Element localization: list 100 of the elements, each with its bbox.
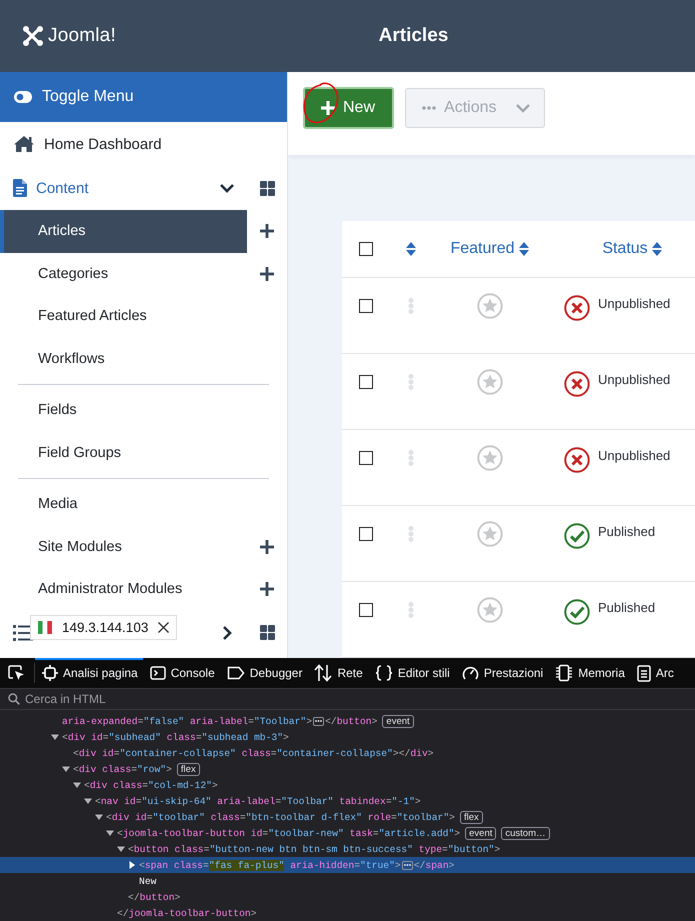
sort-icon bbox=[518, 241, 529, 257]
sidebar-item[interactable]: Categories bbox=[0, 252, 247, 295]
code-text: </span> bbox=[414, 860, 454, 870]
devtools-tab[interactable]: Analisi pagina bbox=[35, 658, 143, 688]
sidebar-item[interactable]: Media bbox=[0, 483, 247, 526]
unpublished-x-icon[interactable] bbox=[564, 447, 590, 473]
expand-triangle-icon[interactable] bbox=[62, 765, 70, 773]
row-checkbox[interactable] bbox=[359, 451, 373, 465]
status-label: Unpublished bbox=[598, 296, 670, 311]
node-badge[interactable]: custom… bbox=[501, 826, 550, 840]
html-node-row[interactable]: <div id="subhead" class="subhead mb-3"> bbox=[0, 729, 695, 745]
code-text: aria-hidden="true"> bbox=[289, 860, 401, 870]
devtools-tab[interactable]: Console bbox=[142, 658, 220, 688]
html-node-row[interactable]: <button class="button-new btn btn-sm btn-success" type="button"> bbox=[0, 841, 695, 857]
picker-icon bbox=[8, 665, 25, 681]
drag-handle-icon[interactable] bbox=[408, 374, 414, 390]
collapsed-content-icon[interactable] bbox=[402, 860, 413, 870]
plus-icon bbox=[260, 540, 274, 554]
devtools-tab[interactable]: Prestazioni bbox=[454, 658, 548, 688]
new-button[interactable]: New bbox=[303, 87, 394, 129]
code-text: </joomla-toolbar-button> bbox=[117, 908, 257, 918]
expand-triangle-icon[interactable] bbox=[51, 733, 59, 741]
published-check-icon[interactable] bbox=[564, 599, 590, 625]
status-label: Unpublished bbox=[598, 372, 670, 387]
code-text: <div id="toolbar" class="btn-toolbar d-flex" role="toolbar"> bbox=[106, 812, 455, 822]
devtools-tab[interactable]: Arc bbox=[630, 658, 679, 688]
code-text: </button> bbox=[325, 716, 378, 726]
status-label: Published bbox=[598, 600, 656, 615]
drag-handle-icon[interactable] bbox=[408, 450, 414, 466]
html-node-row[interactable]: New bbox=[0, 873, 695, 889]
code-text: <div id="container-collapse" class="container-collapse"></div> bbox=[73, 748, 434, 758]
page-title: Articles bbox=[378, 25, 450, 47]
sidebar-item[interactable]: Home Dashboard bbox=[0, 122, 200, 166]
drag-handle-icon[interactable] bbox=[408, 526, 414, 542]
code-text: <div class="row"> bbox=[73, 764, 172, 774]
expand-triangle-icon[interactable] bbox=[73, 781, 81, 789]
plus-icon bbox=[260, 224, 274, 238]
status-label: Unpublished bbox=[598, 448, 670, 463]
sidebar-item[interactable]: Administrator Modules bbox=[0, 568, 247, 610]
html-node-row[interactable]: <span class="fas fa-plus" aria-hidden="true"> </span> bbox=[0, 857, 695, 873]
html-search-field[interactable]: Cerca in HTML bbox=[25, 692, 325, 706]
sidebar-item[interactable]: Workflows bbox=[0, 338, 247, 380]
gauge-icon bbox=[462, 665, 479, 681]
sidebar-item[interactable]: Field Groups bbox=[0, 432, 247, 474]
devtools-tab[interactable]: Editor stili bbox=[368, 658, 455, 688]
html-node-row[interactable]: <div id="container-collapse" class="container-collapse"></div> bbox=[0, 745, 695, 761]
expand-triangle-icon[interactable] bbox=[106, 829, 114, 837]
row-checkbox[interactable] bbox=[359, 299, 373, 313]
expand-triangle-icon[interactable] bbox=[128, 861, 136, 869]
sidebar-item[interactable]: Articles bbox=[0, 210, 247, 252]
close-button[interactable] bbox=[158, 622, 170, 633]
node-badge[interactable]: flex bbox=[460, 810, 483, 824]
inspector-icon bbox=[42, 665, 58, 681]
sidebar-item[interactable]: Featured Articles bbox=[0, 295, 247, 338]
html-node-row[interactable]: <joomla-toolbar-button id="toolbar-new" task="article.add"> event custom… bbox=[0, 825, 695, 841]
expand-triangle-icon[interactable] bbox=[117, 845, 125, 853]
unpublished-x-icon[interactable] bbox=[564, 371, 590, 397]
grid-icon bbox=[260, 625, 274, 640]
toggle-menu-button[interactable]: Toggle Menu bbox=[0, 72, 287, 122]
devtools-tab[interactable]: Memoria bbox=[548, 658, 630, 688]
drag-handle-icon[interactable] bbox=[408, 298, 414, 314]
row-checkbox[interactable] bbox=[359, 375, 373, 389]
sidebar-item[interactable]: Fields bbox=[0, 389, 247, 432]
devtools-tab[interactable]: Debugger bbox=[220, 658, 308, 688]
plus-icon bbox=[321, 101, 335, 115]
code-text: <span class= bbox=[139, 860, 209, 870]
node-badge[interactable]: flex bbox=[176, 762, 200, 776]
html-node-row[interactable]: <div class="col-md-12"> bbox=[0, 777, 695, 793]
html-node-row[interactable]: <nav id="ui-skip-64" aria-label="Toolbar" tabindex="-1"> bbox=[0, 793, 695, 809]
sort-icon bbox=[652, 241, 662, 257]
grid-icon bbox=[260, 180, 274, 196]
ip-address: 149.3.144.103 bbox=[62, 620, 148, 635]
published-check-icon[interactable] bbox=[564, 523, 590, 549]
sidebar-item[interactable]: Site Modules bbox=[0, 526, 247, 568]
devtools-tab[interactable]: Rete bbox=[307, 658, 368, 688]
expand-triangle-icon[interactable] bbox=[84, 797, 92, 805]
up-down-arrows-icon bbox=[314, 664, 332, 682]
row-checkbox[interactable] bbox=[359, 603, 373, 617]
document-icon bbox=[13, 179, 27, 197]
row-checkbox[interactable] bbox=[359, 527, 373, 541]
code-text: <button class="button-new btn btn-sm btn-success" type="button"> bbox=[128, 844, 500, 854]
expand-triangle-icon[interactable] bbox=[95, 813, 103, 821]
column-sort-link[interactable]: Featured bbox=[450, 240, 529, 258]
code-text: New bbox=[139, 876, 156, 886]
node-badge[interactable]: event bbox=[382, 714, 414, 728]
drag-handle-icon[interactable] bbox=[408, 602, 414, 618]
html-node-row[interactable]: </joomla-toolbar-button> bbox=[0, 905, 695, 921]
html-node-row[interactable]: </button> bbox=[0, 889, 695, 905]
sidebar-item[interactable]: Content bbox=[0, 166, 200, 210]
html-node-row[interactable]: aria-expanded="false" aria-label="Toolbar"> </button> event bbox=[0, 713, 695, 729]
html-node-row[interactable]: <div class="row"> flex bbox=[0, 761, 695, 777]
plus-icon bbox=[260, 266, 274, 281]
node-badge[interactable]: event bbox=[465, 826, 496, 840]
tag-shape-icon bbox=[226, 666, 245, 680]
logo-icon bbox=[22, 25, 44, 47]
column-sort-link[interactable]: Status bbox=[602, 240, 662, 258]
collapsed-content-icon[interactable] bbox=[313, 716, 324, 726]
select-all-checkbox[interactable] bbox=[359, 242, 373, 256]
html-node-row[interactable]: <div id="toolbar" class="btn-toolbar d-flex" role="toolbar"> flex bbox=[0, 809, 695, 825]
unpublished-x-icon[interactable] bbox=[564, 295, 590, 321]
